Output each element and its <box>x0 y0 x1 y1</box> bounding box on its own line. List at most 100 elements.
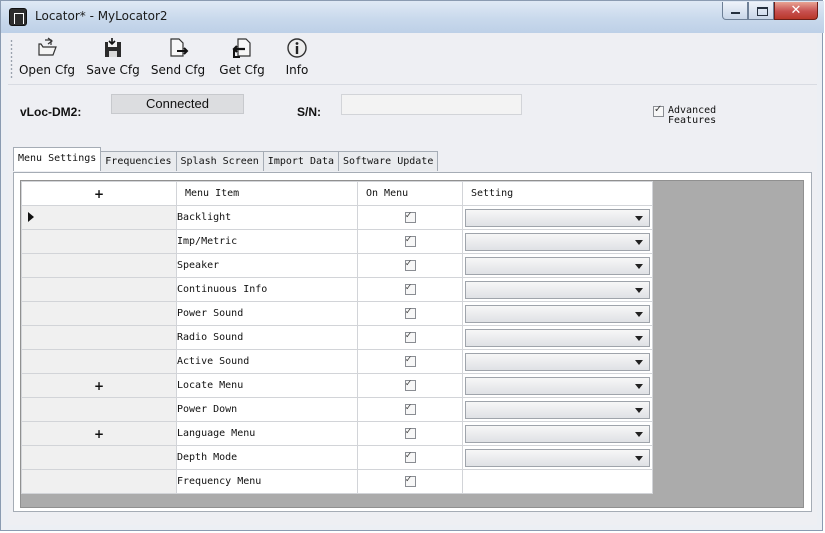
on-menu-checkbox[interactable] <box>404 234 416 247</box>
device-model-label: vLoc-DM2: <box>20 105 82 119</box>
row-header[interactable] <box>21 253 177 278</box>
advanced-features-label: Advanced Features <box>668 106 716 126</box>
on-menu-checkbox[interactable] <box>404 282 416 295</box>
get-document-icon <box>232 38 251 58</box>
on-menu-checkbox[interactable] <box>404 210 416 223</box>
table-row[interactable]: Backlight <box>21 205 653 230</box>
row-header[interactable] <box>21 445 177 470</box>
row-header[interactable] <box>21 325 177 350</box>
on-menu-checkbox[interactable] <box>404 426 416 439</box>
on-menu-checkbox[interactable] <box>404 402 416 415</box>
menu-item-name: Speaker <box>176 253 358 278</box>
expand-row-icon[interactable]: + <box>94 379 104 393</box>
row-header[interactable] <box>21 301 177 326</box>
main-window: Locator* - MyLocator2 ✕ Open Cfg Save Cf… <box>0 0 824 531</box>
on-menu-checkbox[interactable] <box>404 450 416 463</box>
on-menu-cell <box>357 205 463 230</box>
tab-menu-settings[interactable]: Menu Settings <box>13 147 102 171</box>
table-row[interactable]: + Locate Menu <box>21 373 653 398</box>
setting-dropdown[interactable] <box>465 376 650 395</box>
setting-dropdown[interactable] <box>465 352 650 371</box>
close-button[interactable]: ✕ <box>774 2 818 20</box>
setting-cell <box>462 229 653 254</box>
on-menu-checkbox[interactable] <box>404 306 416 319</box>
advanced-features-label-line2: Features <box>668 115 717 126</box>
on-menu-checkbox[interactable] <box>404 330 416 343</box>
row-header[interactable]: + <box>21 421 177 446</box>
menu-settings-panel: + Menu Item On Menu Setting BacklightImp… <box>13 172 812 512</box>
expand-row-icon[interactable]: + <box>94 427 104 441</box>
row-header[interactable] <box>21 349 177 374</box>
setting-cell <box>462 253 653 278</box>
open-folder-icon <box>38 37 57 56</box>
save-disk-icon <box>105 38 121 57</box>
setting-dropdown[interactable] <box>465 232 650 251</box>
open-cfg-button[interactable]: Open Cfg <box>12 37 82 81</box>
on-menu-checkbox[interactable] <box>404 378 416 391</box>
on-menu-cell <box>357 349 463 374</box>
on-menu-checkbox[interactable] <box>404 354 416 367</box>
table-row[interactable]: + Language Menu <box>21 421 653 446</box>
serial-number-field[interactable] <box>341 94 522 115</box>
connection-status: Connected <box>111 94 244 114</box>
table-row[interactable]: Power Down <box>21 397 653 422</box>
setting-dropdown[interactable] <box>465 304 650 323</box>
toolbar: Open Cfg Save Cfg Send Cfg Get Cfg Info <box>8 33 817 85</box>
setting-dropdown[interactable] <box>465 424 650 443</box>
tab-strip: Menu Settings Frequencies Splash Screen … <box>13 147 439 171</box>
setting-cell <box>462 421 653 446</box>
maximize-button[interactable] <box>748 2 774 20</box>
on-menu-checkbox[interactable] <box>404 258 416 271</box>
info-label: Info <box>285 63 309 77</box>
save-cfg-button[interactable]: Save Cfg <box>82 37 144 81</box>
tab-splash-screen[interactable]: Splash Screen <box>175 151 264 171</box>
table-row[interactable]: Depth Mode <box>21 445 653 470</box>
column-header-menu-item[interactable]: Menu Item <box>176 181 358 206</box>
table-row[interactable]: Imp/Metric <box>21 229 653 254</box>
on-menu-checkbox[interactable] <box>404 474 416 487</box>
setting-dropdown[interactable] <box>465 400 650 419</box>
table-row[interactable]: Frequency Menu <box>21 469 653 494</box>
setting-dropdown[interactable] <box>465 448 650 467</box>
menu-item-name: Power Down <box>176 397 358 422</box>
column-header-setting[interactable]: Setting <box>462 181 653 206</box>
send-document-icon <box>170 38 189 57</box>
title-bar[interactable]: Locator* - MyLocator2 ✕ <box>1 1 824 33</box>
tab-frequencies[interactable]: Frequencies <box>100 151 177 171</box>
table-row[interactable]: Power Sound <box>21 301 653 326</box>
tab-import-data[interactable]: Import Data <box>262 151 340 171</box>
setting-dropdown[interactable] <box>465 256 650 275</box>
on-menu-cell <box>357 373 463 398</box>
expand-all-button[interactable]: + <box>21 181 177 206</box>
menu-item-name: Backlight <box>176 205 358 230</box>
advanced-features-option[interactable]: Advanced Features <box>653 104 743 126</box>
menu-settings-grid: + Menu Item On Menu Setting BacklightImp… <box>20 180 804 508</box>
on-menu-cell <box>357 397 463 422</box>
minimize-button[interactable] <box>722 2 748 20</box>
row-header[interactable] <box>21 229 177 254</box>
column-header-on-menu[interactable]: On Menu <box>357 181 463 206</box>
on-menu-cell <box>357 277 463 302</box>
get-cfg-button[interactable]: Get Cfg <box>210 37 274 81</box>
table-row[interactable]: Continuous Info <box>21 277 653 302</box>
on-menu-cell <box>357 253 463 278</box>
advanced-features-checkbox[interactable] <box>653 104 664 117</box>
row-header[interactable] <box>21 205 177 230</box>
get-cfg-label: Get Cfg <box>219 63 265 77</box>
menu-item-name: Locate Menu <box>176 373 358 398</box>
row-header[interactable]: + <box>21 373 177 398</box>
app-icon <box>9 8 27 26</box>
table-row[interactable]: Radio Sound <box>21 325 653 350</box>
main-content: Open Cfg Save Cfg Send Cfg Get Cfg Info … <box>8 33 817 525</box>
info-button[interactable]: Info <box>274 37 320 81</box>
setting-dropdown[interactable] <box>465 208 650 227</box>
table-row[interactable]: Speaker <box>21 253 653 278</box>
row-header[interactable] <box>21 397 177 422</box>
row-header[interactable] <box>21 469 177 494</box>
row-header[interactable] <box>21 277 177 302</box>
table-row[interactable]: Active Sound <box>21 349 653 374</box>
setting-dropdown[interactable] <box>465 280 650 299</box>
tab-software-update[interactable]: Software Update <box>338 151 439 171</box>
send-cfg-button[interactable]: Send Cfg <box>146 37 210 81</box>
setting-dropdown[interactable] <box>465 328 650 347</box>
